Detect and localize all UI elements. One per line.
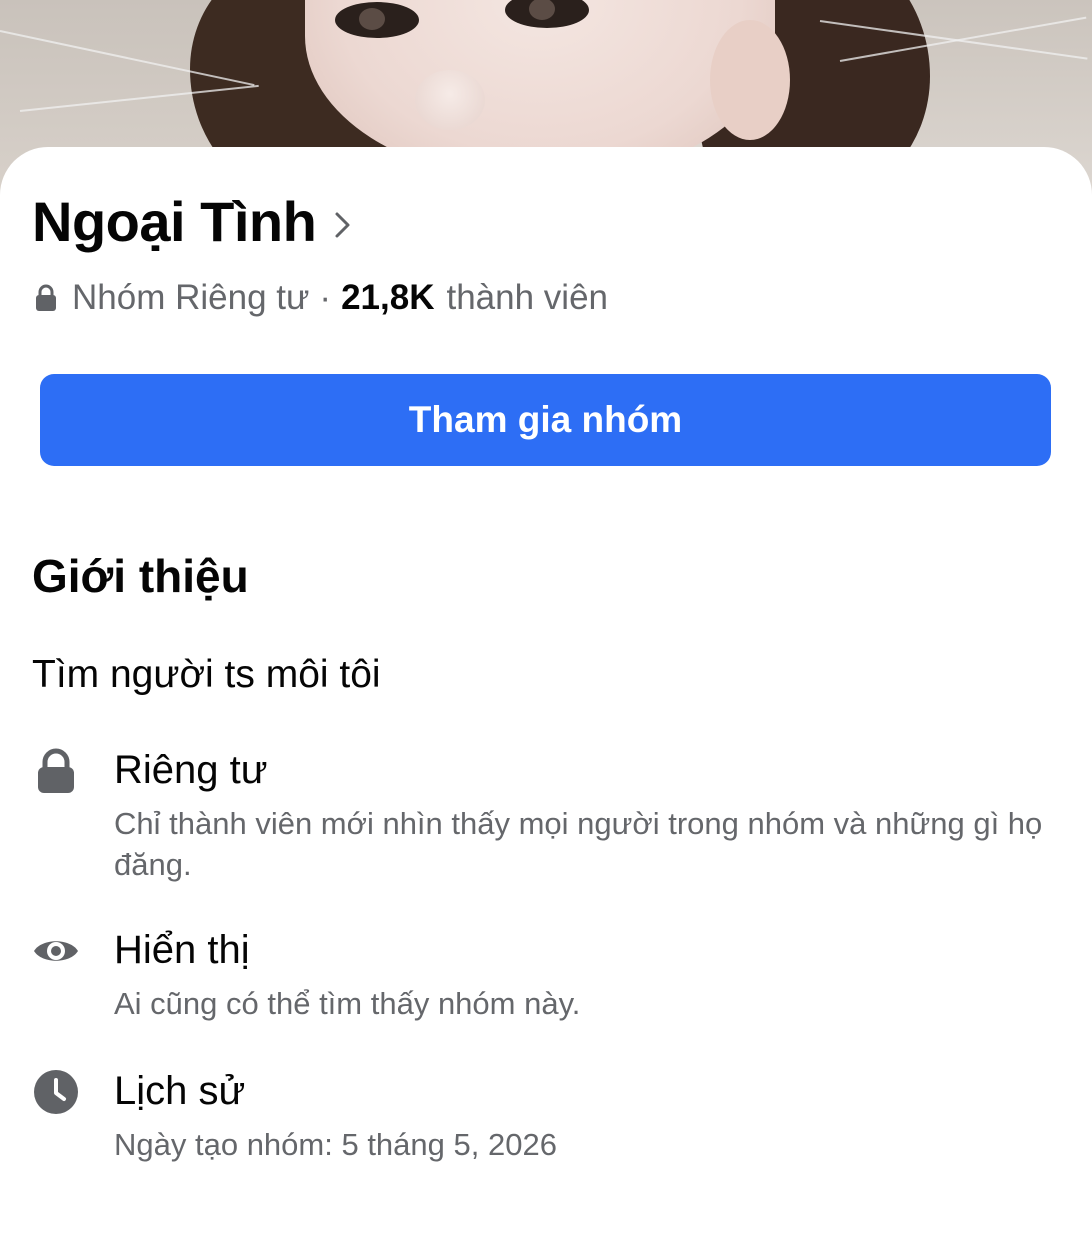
info-title: Hiển thị <box>114 928 250 972</box>
eye-icon <box>34 941 78 961</box>
info-title: Riêng tư <box>114 748 268 792</box>
cover-eye-left <box>335 2 419 38</box>
cover-ear <box>710 20 790 140</box>
join-group-button[interactable]: Tham gia nhóm <box>40 374 1051 466</box>
info-subtitle: Ngày tạo nhóm: 5 tháng 5, 2026 <box>114 1127 557 1162</box>
cover-nose <box>415 70 485 130</box>
clock-icon <box>34 1070 78 1114</box>
lock-icon <box>38 748 74 793</box>
info-subtitle: Chỉ thành viên mới nhìn thấy mọi người t… <box>114 806 1043 882</box>
info-title: Lịch sử <box>114 1069 246 1113</box>
group-description: Tìm người ts môi tôi <box>32 653 381 696</box>
group-title[interactable]: Ngoại Tình <box>32 190 352 254</box>
lock-icon <box>36 284 56 311</box>
about-section-title: Giới thiệu <box>32 550 249 602</box>
chevron-right-icon <box>335 212 350 238</box>
info-subtitle: Ai cũng có thể tìm thấy nhóm này. <box>114 986 581 1021</box>
privacy-label: Nhóm Riêng tư <box>72 278 310 317</box>
meta-separator: · <box>319 278 332 317</box>
group-meta: Nhóm Riêng tư · 21,8K thành viên <box>34 276 608 320</box>
member-label[interactable]: thành viên <box>446 278 608 318</box>
group-name: Ngoại Tình <box>32 190 317 253</box>
member-count[interactable]: 21,8K <box>341 278 434 318</box>
